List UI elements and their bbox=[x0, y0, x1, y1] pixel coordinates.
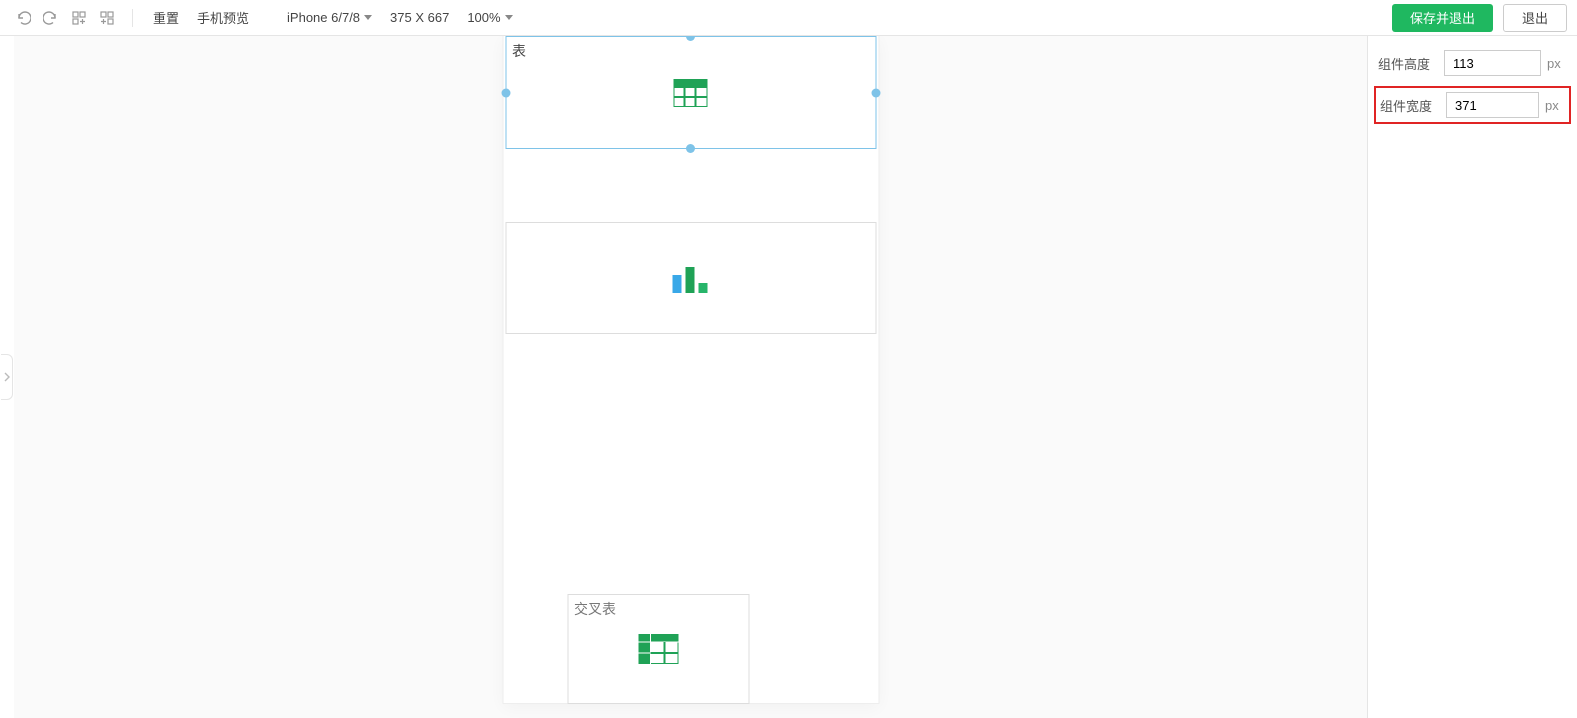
undo-button[interactable] bbox=[10, 5, 36, 31]
toolbar: 重置 手机预览 iPhone 6/7/8 375 X 667 100% 保存并退… bbox=[0, 0, 1577, 36]
widget-title: 表 bbox=[512, 41, 526, 61]
prop-label-height: 组件高度 bbox=[1378, 54, 1438, 73]
resize-handle-n[interactable] bbox=[686, 36, 695, 41]
redo-button[interactable] bbox=[38, 5, 64, 31]
zoom-select-value: 100% bbox=[467, 10, 500, 25]
save-and-exit-button[interactable]: 保存并退出 bbox=[1392, 4, 1493, 32]
widget-table[interactable]: 表 bbox=[505, 36, 876, 149]
properties-panel: 组件高度 px 组件宽度 px bbox=[1367, 36, 1577, 718]
table-icon bbox=[674, 79, 708, 107]
zoom-select[interactable]: 100% bbox=[459, 10, 520, 25]
toolbar-separator bbox=[132, 9, 133, 27]
chevron-down-icon bbox=[364, 15, 372, 20]
bar-chart-icon bbox=[671, 263, 711, 293]
device-frame: 表 bbox=[503, 36, 878, 703]
prop-row-width: 组件宽度 px bbox=[1378, 90, 1567, 120]
component-width-input[interactable] bbox=[1446, 92, 1539, 118]
widget-bar-chart[interactable] bbox=[505, 222, 876, 334]
workspace: 表 bbox=[0, 36, 1577, 718]
resize-handle-s[interactable] bbox=[686, 144, 695, 153]
device-select-value: iPhone 6/7/8 bbox=[287, 10, 360, 25]
cross-table-icon bbox=[638, 634, 678, 664]
unit-label: px bbox=[1545, 98, 1565, 113]
undo-icon bbox=[15, 10, 31, 26]
reset-button[interactable]: 重置 bbox=[145, 8, 187, 27]
canvas-dimensions: 375 X 667 bbox=[382, 10, 457, 25]
left-strip bbox=[0, 36, 14, 718]
expand-left-panel-button[interactable] bbox=[1, 354, 13, 400]
layout-alt-icon bbox=[99, 10, 115, 26]
widget-title: 交叉表 bbox=[574, 599, 616, 619]
toolbar-right: 保存并退出 退出 bbox=[1392, 4, 1567, 32]
layout-b-button[interactable] bbox=[94, 5, 120, 31]
component-height-input[interactable] bbox=[1444, 50, 1541, 76]
exit-button[interactable]: 退出 bbox=[1503, 4, 1567, 32]
redo-icon bbox=[43, 10, 59, 26]
chevron-right-icon bbox=[4, 372, 10, 382]
resize-handle-e[interactable] bbox=[871, 88, 880, 97]
widget-cross-table[interactable]: 交叉表 bbox=[567, 594, 749, 704]
layout-icon bbox=[71, 10, 87, 26]
prop-row-height: 组件高度 px bbox=[1378, 50, 1567, 76]
unit-label: px bbox=[1547, 56, 1567, 71]
resize-handle-w[interactable] bbox=[501, 88, 510, 97]
chevron-down-icon bbox=[505, 15, 513, 20]
layout-a-button[interactable] bbox=[66, 5, 92, 31]
prop-label-width: 组件宽度 bbox=[1380, 96, 1440, 115]
mobile-preview-button[interactable]: 手机预览 bbox=[189, 8, 257, 27]
device-select[interactable]: iPhone 6/7/8 bbox=[279, 10, 380, 25]
canvas[interactable]: 表 bbox=[14, 36, 1367, 718]
